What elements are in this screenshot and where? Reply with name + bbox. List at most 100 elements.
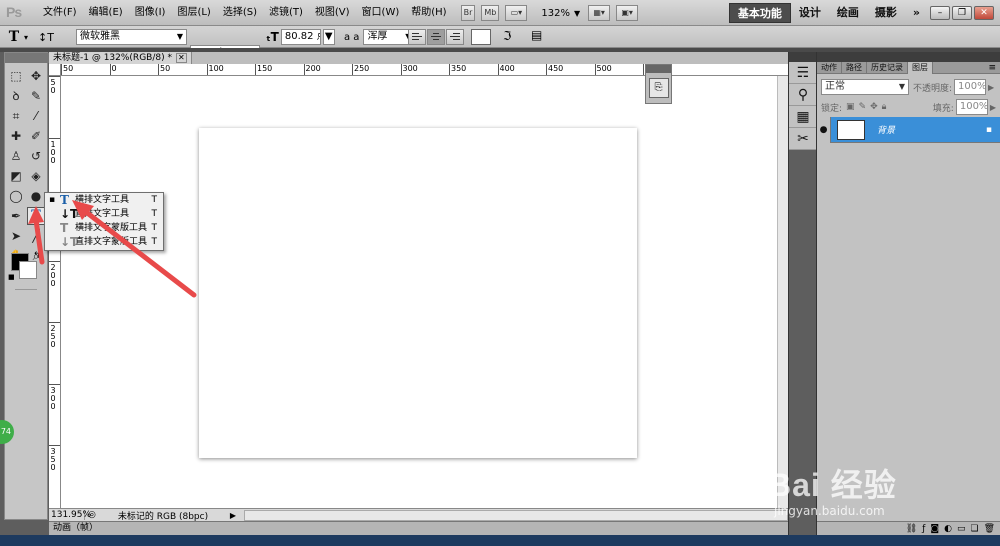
menu-file[interactable]: 文件(F)	[37, 0, 83, 26]
panel-menu-icon[interactable]: ≡	[988, 63, 996, 73]
dodge-tool-icon[interactable]: ●	[27, 187, 45, 205]
blend-mode-select[interactable]: 正常 ▼	[821, 79, 909, 95]
restore-icon[interactable]: ❐	[952, 6, 972, 20]
lock-transparent-icon[interactable]: ▣	[846, 102, 855, 112]
ruler-tick	[49, 383, 60, 385]
tab-paths[interactable]: 路径	[842, 61, 867, 74]
ruler-tick	[352, 64, 353, 75]
document-canvas[interactable]	[199, 128, 637, 458]
chevron-right-icon[interactable]: ▶	[990, 103, 996, 112]
horizontal-scrollbar[interactable]	[244, 509, 788, 521]
default-colors-icon[interactable]: ■	[8, 273, 15, 281]
status-info-icon[interactable]: ◎	[88, 510, 96, 520]
flyout-item-horizontal-type[interactable]: ▪ T 横排文字工具 T	[45, 193, 163, 207]
chevron-right-icon[interactable]: ▶	[988, 83, 994, 92]
close-icon[interactable]: ✕	[974, 6, 994, 20]
animation-panel-bar[interactable]: 动画（帧）	[49, 521, 788, 535]
crop-tool-icon[interactable]: ⌗	[7, 107, 25, 125]
align-right-button[interactable]	[446, 29, 464, 45]
chevron-down-icon[interactable]: ▼	[574, 9, 580, 18]
chevron-down-icon[interactable]: ▼	[322, 29, 335, 45]
ruler-origin[interactable]	[49, 64, 61, 76]
menu-window[interactable]: 窗口(W)	[356, 0, 406, 26]
paint-bucket-tool-icon[interactable]: ◈	[27, 167, 45, 185]
menu-edit[interactable]: 编辑(E)	[83, 0, 129, 26]
layer-row[interactable]: ● 背景 ▪	[817, 116, 1000, 143]
move-tool-icon[interactable]: ✥	[27, 67, 45, 85]
bridge-button[interactable]: Br	[460, 5, 476, 21]
screen-mode-icon[interactable]: ▣▾	[616, 5, 639, 21]
ruler-horizontal[interactable]: 50050100150200250300350400450500550	[61, 64, 788, 76]
align-center-button[interactable]	[427, 29, 445, 45]
flyout-item-vertical-type-mask[interactable]: ↓T 直排文字蒙版工具 T	[45, 235, 163, 249]
close-icon[interactable]: ✕	[175, 53, 187, 63]
tab-layers[interactable]: 图层	[908, 61, 933, 74]
chevron-down-icon[interactable]: ▾	[24, 33, 28, 42]
pen-tool-icon[interactable]: ✒	[7, 207, 25, 225]
quick-select-tool-icon[interactable]: ✎	[27, 87, 45, 105]
blur-tool-icon[interactable]: ◯	[7, 187, 25, 205]
menu-filter[interactable]: 滤镜(T)	[263, 0, 309, 26]
character-panel-icon[interactable]: ▤	[531, 28, 542, 42]
flyout-item-horizontal-type-mask[interactable]: T 横排文字蒙版工具 T	[45, 221, 163, 235]
path-select-tool-icon[interactable]: ➤	[7, 227, 25, 245]
floating-panel-header[interactable]	[646, 65, 671, 73]
opacity-field[interactable]: 100%	[954, 79, 987, 95]
vertical-scrollbar[interactable]	[777, 76, 788, 508]
tools-panel-header[interactable]	[5, 53, 49, 63]
mini-bridge-button[interactable]: Mb	[481, 5, 500, 21]
paths-panel-icon[interactable]: ⚲	[789, 84, 817, 106]
status-menu-icon[interactable]: ▶	[230, 511, 236, 520]
eraser-tool-icon[interactable]: ◩	[7, 167, 25, 185]
eyedropper-tool-icon[interactable]: ⁄	[27, 107, 45, 125]
lock-all-icon[interactable]: 🔒︎	[882, 102, 887, 112]
warp-text-icon[interactable]: ℑ	[503, 29, 511, 43]
text-orientation-icon[interactable]: ↕T	[38, 31, 56, 44]
workspace-photography[interactable]: 摄影	[867, 3, 905, 23]
workspace-design[interactable]: 设计	[791, 3, 829, 23]
marquee-tool-icon[interactable]: ⬚	[7, 67, 25, 85]
line-tool-icon[interactable]: ╱	[27, 227, 45, 245]
menu-help[interactable]: 帮助(H)	[405, 0, 452, 26]
swap-colors-icon[interactable]: ↰	[33, 251, 41, 261]
align-left-button[interactable]	[408, 29, 426, 45]
background-color-swatch[interactable]	[19, 261, 37, 279]
menu-view[interactable]: 视图(V)	[309, 0, 356, 26]
lasso-tool-icon[interactable]: ꝺ	[7, 87, 25, 105]
tool-presets-icon[interactable]: ✂	[789, 128, 817, 150]
minimize-icon[interactable]: –	[930, 6, 950, 20]
brush-tool-icon[interactable]: ✐	[27, 127, 45, 145]
font-size-field[interactable]: 80.82 点	[280, 29, 321, 45]
more-workspaces-button[interactable]: »	[905, 3, 928, 23]
workspace-essentials[interactable]: 基本功能	[728, 3, 791, 23]
menu-select[interactable]: 选择(S)	[217, 0, 263, 26]
status-zoom[interactable]: 131.95%	[49, 510, 91, 520]
zoom-level[interactable]: 132%	[541, 8, 570, 19]
workspace-painting[interactable]: 绘画	[829, 3, 867, 23]
history-brush-tool-icon[interactable]: ↺	[27, 147, 45, 165]
tool-preset-icon[interactable]: T	[4, 29, 24, 45]
layers-panel-header[interactable]	[817, 52, 1000, 62]
actions-panel-icon[interactable]: ☴	[789, 62, 817, 84]
panel-icon-column-header[interactable]	[789, 52, 816, 62]
tab-actions[interactable]: 动作	[817, 61, 842, 74]
menu-image[interactable]: 图像(I)	[129, 0, 172, 26]
font-family-select[interactable]: 微软雅黑 ▼	[76, 29, 187, 45]
type-tool-icon[interactable]: T	[27, 207, 45, 225]
menu-layer[interactable]: 图层(L)	[171, 0, 216, 26]
clone-stamp-tool-icon[interactable]: ♙	[7, 147, 25, 165]
history-panel-icon[interactable]: ▦	[789, 106, 817, 128]
clone-source-icon[interactable]: ⎘	[648, 78, 669, 98]
arrange-documents-icon[interactable]: ▦▾	[588, 5, 611, 21]
healing-tool-icon[interactable]: ✚	[7, 127, 25, 145]
document-tab[interactable]: 未标题-1 @ 132%(RGB/8) * ✕	[49, 52, 192, 64]
lock-position-icon[interactable]: ✥	[870, 102, 878, 112]
fill-field[interactable]: 100%	[955, 99, 988, 115]
view-extras-icon[interactable]: ▭▾	[505, 5, 528, 21]
visibility-eye-icon[interactable]: ●	[817, 116, 831, 143]
lock-pixels-icon[interactable]: ✎	[859, 102, 867, 112]
tab-history[interactable]: 历史记录	[867, 61, 908, 74]
flyout-item-vertical-type[interactable]: ↓T 直排文字工具 T	[45, 207, 163, 221]
text-color-swatch[interactable]	[471, 29, 491, 45]
ruler-vertical[interactable]: 5 01 0 01 5 02 0 02 5 03 0 03 5 0	[49, 76, 61, 508]
